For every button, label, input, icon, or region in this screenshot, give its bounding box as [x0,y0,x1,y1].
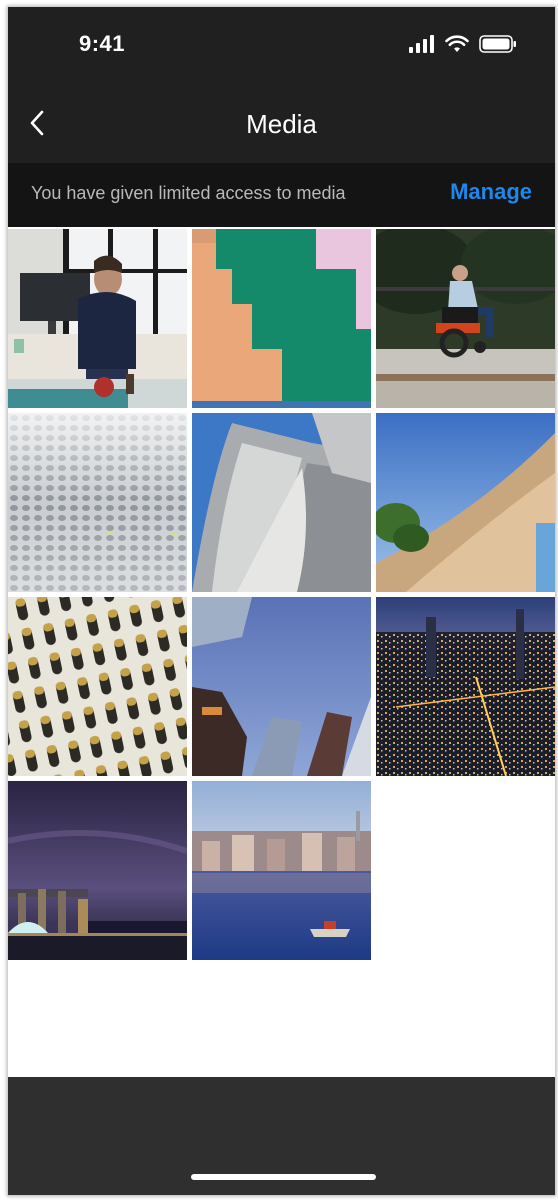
limited-access-message: You have given limited access to media [31,183,346,203]
navigation-bar: Media [8,85,555,163]
media-thumbnail-abstract[interactable] [192,229,371,408]
waterfront-city-with-boat [192,781,371,960]
bottom-bar [8,1077,555,1195]
abstract-orange-green-pink-shapes [192,229,371,408]
status-bar: 9:41 [8,7,555,85]
media-thumbnail-perforated[interactable] [8,413,187,592]
office-desk-photo [8,229,187,408]
home-indicator[interactable] [191,1174,376,1180]
media-thumbnail-steel-building[interactable] [192,413,371,592]
status-icons [409,35,517,53]
media-thumbnail-honeycomb[interactable] [8,597,187,776]
page-title: Media [246,109,317,139]
looking-up-at-skyscrapers [192,597,371,776]
cellular-signal-icon [409,35,434,53]
media-thumbnail-office[interactable] [8,229,187,408]
media-thumbnail-curved-facade[interactable] [376,413,555,592]
person-in-wheelchair-on-path [376,229,555,408]
status-time: 9:41 [79,31,126,56]
manage-button[interactable]: Manage [450,179,532,205]
honeycomb-window-facade [8,597,187,776]
battery-icon [479,35,516,53]
limited-access-banner: You have given limited access to media M… [8,163,555,227]
city-lights-at-night-aerial [376,597,555,776]
media-thumbnail-skyscrapers[interactable] [192,597,371,776]
skyline-at-dusk [8,781,187,960]
curved-facade-against-sky [376,413,555,592]
phone-screen: 9:41 Media You have given limited access… [7,6,556,1196]
media-thumbnail-city-lights[interactable] [376,597,555,776]
perforated-metal-closeup [8,413,187,592]
media-thumbnail-waterfront[interactable] [192,781,371,960]
media-thumbnail-skyline-dusk[interactable] [8,781,187,960]
wifi-icon [445,35,469,52]
curved-steel-building [192,413,371,592]
media-thumbnail-wheelchair[interactable] [376,229,555,408]
